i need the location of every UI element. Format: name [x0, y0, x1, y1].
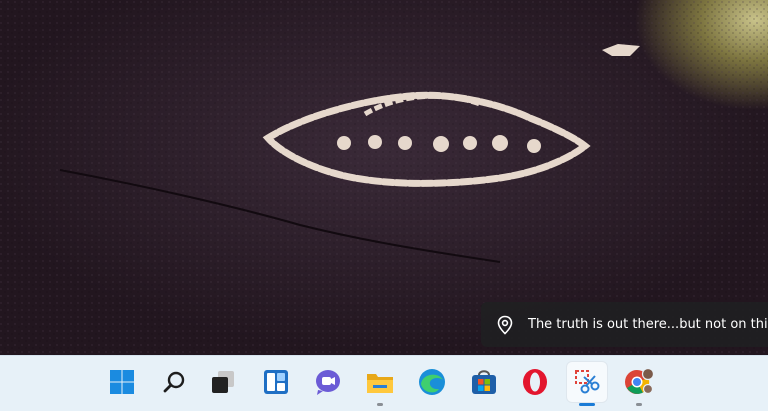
chrome-profile-icon	[624, 368, 654, 396]
edge-browser-icon	[418, 368, 446, 396]
location-pin-icon	[496, 315, 514, 335]
file-explorer-button[interactable]	[360, 362, 400, 406]
widgets-icon	[263, 369, 289, 395]
microsoft-store-icon	[470, 368, 498, 396]
search-button[interactable]	[154, 362, 194, 402]
file-explorer-icon	[366, 369, 394, 395]
windows-start-icon	[109, 369, 135, 395]
start-button[interactable]	[102, 362, 142, 402]
active-indicator	[579, 403, 595, 406]
teams-chat-icon	[314, 368, 342, 396]
edge-browser-button[interactable]	[412, 362, 452, 402]
running-indicator	[636, 403, 642, 406]
chrome-browser-button[interactable]	[619, 362, 659, 406]
snipping-tool-button[interactable]	[567, 362, 607, 406]
opera-browser-icon	[521, 368, 549, 396]
running-indicator	[377, 403, 383, 406]
microsoft-store-button[interactable]	[464, 362, 504, 402]
snipping-tool-icon	[573, 368, 601, 396]
task-view-icon	[210, 369, 236, 395]
opera-browser-button[interactable]	[515, 362, 555, 402]
task-view-button[interactable]	[203, 362, 243, 402]
widgets-button[interactable]	[256, 362, 296, 402]
chat-button[interactable]	[308, 362, 348, 402]
desktop-wallpaper: The truth is out there...but not on this…	[0, 0, 768, 355]
taskbar	[0, 355, 768, 411]
spotlight-text: The truth is out there...but not on this…	[528, 317, 768, 332]
spotlight-info-bar[interactable]: The truth is out there...but not on this…	[481, 302, 768, 347]
search-icon	[162, 370, 186, 394]
